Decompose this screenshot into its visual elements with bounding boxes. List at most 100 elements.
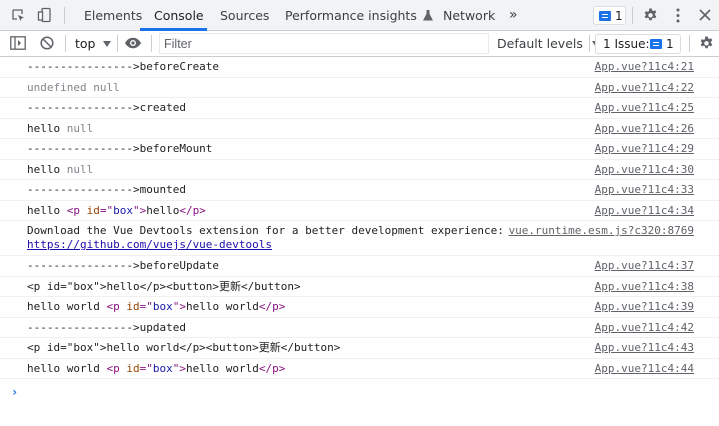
message-fragment: box (113, 203, 133, 217)
source-location-link[interactable]: App.vue?11c4:21 (595, 60, 694, 74)
message-fragment: undefined null (27, 80, 120, 94)
source-location-link[interactable]: App.vue?11c4:33 (595, 183, 694, 197)
message-fragment: =" (139, 361, 153, 375)
issues-button[interactable]: 1 Issue: 1 (595, 34, 681, 54)
close-devtools-icon[interactable] (699, 9, 711, 21)
clear-console-icon[interactable] (40, 36, 54, 50)
console-prompt-icon[interactable]: › (11, 385, 18, 399)
console-message-row: hello null App.vue?11c4:30 (0, 160, 719, 180)
message-fragment: box (152, 300, 173, 313)
message-fragment: null (66, 121, 94, 135)
console-message-row: ---------------->created App.vue?11c4:25 (0, 98, 719, 119)
tab-separator (64, 7, 65, 24)
message-fragment: "> (172, 300, 186, 313)
issues-button-label: 1 Issue: (603, 37, 650, 51)
log-levels-select[interactable]: Default levels (497, 36, 600, 51)
message-fragment: <p id="box">hello</p><button>更新</button> (27, 279, 301, 293)
source-location-link[interactable]: App.vue?11c4:30 (595, 163, 694, 177)
tab-performance-insights[interactable]: Performance insights (285, 0, 433, 31)
message-fragment: id (126, 300, 140, 313)
source-location-link[interactable]: App.vue?11c4:43 (595, 341, 694, 355)
source-location-link[interactable]: App.vue?11c4:42 (595, 321, 694, 335)
source-location-link[interactable]: App.vue?11c4:44 (595, 362, 694, 376)
message-fragment: </p> (258, 361, 286, 375)
message-fragment: <p id="box">hello world</p><button>更新</b… (27, 341, 341, 354)
console-message-text: hello null (27, 163, 93, 177)
source-location-link[interactable]: vue.runtime.esm.js?c320:8769 (509, 224, 694, 238)
dropdown-arrow-icon (103, 41, 112, 47)
message-fragment: <p (106, 361, 127, 375)
source-location-link[interactable]: App.vue?11c4:34 (595, 204, 694, 218)
message-fragment: ---------------->beforeMount (27, 142, 213, 155)
settings-gear-icon[interactable] (643, 8, 658, 23)
console-messages: ---------------->beforeCreate App.vue?11c… (0, 57, 719, 379)
devtools-tab-bar: Elements Console Sources Performance ins… (0, 0, 719, 31)
console-message-row: ---------------->beforeUpdate App.vue?11c… (0, 256, 719, 277)
message-fragment: hello world (27, 300, 107, 313)
console-message-text: ---------------->updated (27, 321, 186, 335)
message-fragment: ---------------->created (27, 101, 186, 114)
message-fragment: =" (99, 203, 114, 217)
context-select-value: top (75, 36, 96, 51)
message-fragment: <p (66, 203, 87, 217)
javascript-context-select[interactable]: top (75, 36, 112, 51)
console-message-row: undefined null App.vue?11c4:22 (0, 78, 719, 98)
console-filter (159, 33, 489, 54)
message-fragment: hello (146, 203, 180, 217)
source-location-link[interactable]: App.vue?11c4:38 (595, 280, 694, 294)
show-console-sidebar-icon[interactable] (10, 36, 26, 50)
issues-button-count: 1 (666, 37, 674, 51)
console-message-text: <p id="box">hello</p><button>更新</button> (27, 280, 301, 294)
source-location-link[interactable]: App.vue?11c4:25 (595, 101, 694, 115)
tab-sources[interactable]: Sources (220, 0, 269, 31)
console-message-text: ---------------->beforeCreate (27, 60, 219, 74)
live-expression-eye-icon[interactable] (124, 37, 142, 49)
console-message-text: hello <p id="box">hello</p> (27, 204, 206, 218)
toolbar-separator (117, 35, 118, 52)
message-fragment: </p> (179, 203, 206, 217)
console-settings-gear-icon[interactable] (699, 36, 714, 51)
console-message-text: hello null (27, 122, 93, 136)
message-fragment: "> (133, 203, 147, 217)
issues-badge-count: 1 (615, 9, 623, 23)
source-location-link[interactable]: App.vue?11c4:22 (595, 81, 694, 95)
console-message-row: ---------------->beforeCreate App.vue?11c… (0, 57, 719, 78)
issue-flag-icon (599, 11, 611, 21)
message-fragment: =" (139, 300, 153, 313)
more-tabs-button[interactable]: » (509, 0, 518, 31)
filter-input[interactable] (160, 34, 464, 53)
console-message-row: <p id="box">hello</p><button>更新</button>… (0, 277, 719, 297)
console-message-text: hello world <p id="box">hello world</p> (27, 300, 285, 314)
toolbar-separator (589, 35, 590, 52)
tab-console[interactable]: Console (154, 0, 204, 31)
message-fragment: </p> (258, 300, 286, 313)
console-message-row: ---------------->mounted App.vue?11c4:33 (0, 180, 719, 201)
tab-network[interactable]: Network (443, 0, 495, 31)
source-location-link[interactable]: App.vue?11c4:26 (595, 122, 694, 136)
inspect-element-icon[interactable] (11, 8, 26, 23)
console-message-text: ---------------->mounted (27, 183, 186, 197)
more-options-icon[interactable] (675, 8, 681, 23)
devtools-link[interactable]: https://github.com/vuejs/vue-devtools (27, 238, 272, 251)
console-message-text: ---------------->beforeUpdate (27, 259, 219, 273)
log-levels-label: Default levels (497, 36, 583, 51)
source-location-link[interactable]: App.vue?11c4:37 (595, 259, 694, 273)
message-fragment: <p (106, 300, 127, 313)
message-fragment: null (66, 162, 94, 176)
tab-elements[interactable]: Elements (84, 0, 142, 31)
device-toolbar-icon[interactable] (37, 7, 53, 23)
console-message-text: ---------------->beforeMount (27, 142, 212, 156)
source-location-link[interactable]: App.vue?11c4:29 (595, 142, 694, 156)
console-message-row: hello <p id="box">hello</p> App.vue?11c4:… (0, 201, 719, 221)
console-message-text: Download the Vue Devtools extension for … (27, 224, 504, 252)
source-location-link[interactable]: App.vue?11c4:39 (595, 300, 694, 314)
tab-performance-insights-label: Performance insights (285, 8, 417, 23)
issues-badge[interactable]: 1 (593, 6, 626, 25)
console-message-text: <p id="box">hello world</p><button>更新</b… (27, 341, 340, 355)
console-message-text: ---------------->created (27, 101, 186, 115)
toolbar-separator (65, 35, 66, 52)
message-fragment: ---------------->updated (27, 320, 186, 334)
experiment-flask-icon (422, 10, 433, 21)
toolbar-separator (151, 35, 152, 52)
console-message-row: <p id="box">hello world</p><button>更新</b… (0, 338, 719, 359)
